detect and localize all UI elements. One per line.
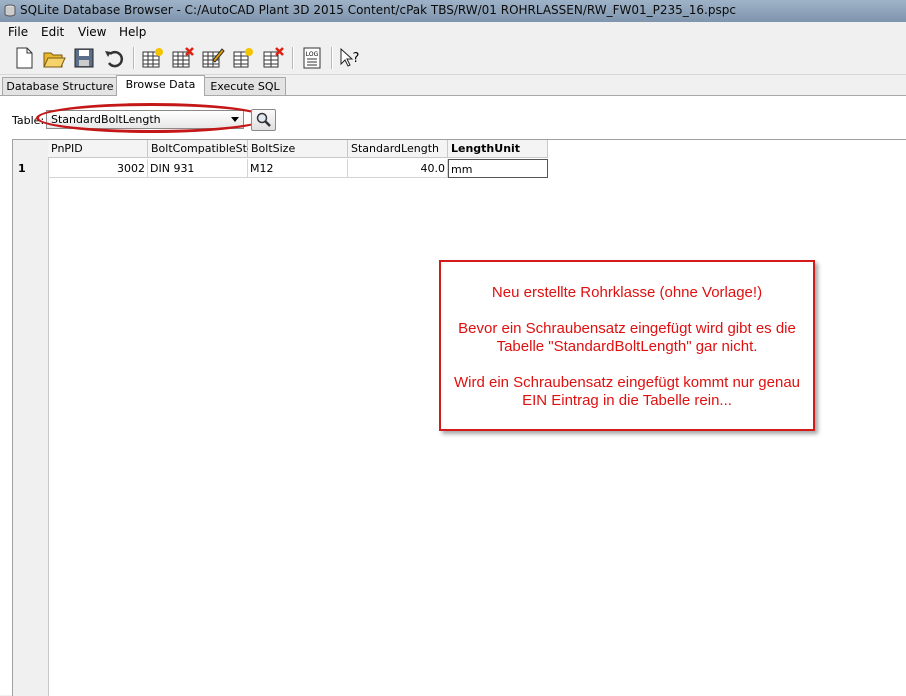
create-index-icon[interactable] xyxy=(231,46,255,70)
annotation-line-4: Wird ein Schraubensatz eingefügt kommt n… xyxy=(453,374,801,391)
open-database-icon[interactable] xyxy=(42,46,66,70)
menu-edit[interactable]: Edit xyxy=(41,25,64,39)
new-database-icon[interactable] xyxy=(12,46,36,70)
annotation-line-5: EIN Eintrag in die Tabelle rein... xyxy=(522,392,732,409)
annotation-line-3: Tabelle "StandardBoltLength" gar nicht. xyxy=(496,338,758,355)
menu-bar: File Edit View Help xyxy=(0,22,906,42)
table-cell-boltcompatiblestd[interactable]: DIN 931 xyxy=(148,159,248,178)
save-icon[interactable] xyxy=(72,46,96,70)
annotation-line-1: Neu erstellte Rohrklasse (ohne Vorlage!) xyxy=(491,284,763,301)
menu-view[interactable]: View xyxy=(78,25,106,39)
create-table-icon[interactable] xyxy=(141,46,165,70)
menu-help[interactable]: Help xyxy=(119,25,146,39)
delete-index-icon[interactable] xyxy=(261,46,285,70)
menu-file[interactable]: File xyxy=(8,25,28,39)
annotation-callout: Neu erstellte Rohrklasse (ohne Vorlage!)… xyxy=(439,260,815,431)
log-icon-label: LOG xyxy=(306,51,319,58)
column-header-pnpid[interactable]: PnPID xyxy=(48,140,148,158)
tab-execute-sql[interactable]: Execute SQL xyxy=(204,77,286,95)
table-cell-pnpid[interactable]: 3002 xyxy=(48,159,148,178)
column-header-standardlength[interactable]: StandardLength xyxy=(348,140,448,158)
annotation-line-2: Bevor ein Schraubensatz eingefügt wird g… xyxy=(458,320,796,337)
search-button[interactable] xyxy=(251,109,276,131)
svg-text:?: ? xyxy=(353,51,360,66)
undo-icon[interactable] xyxy=(102,46,126,70)
row-number[interactable]: 1 xyxy=(13,159,48,178)
table-cell-standardlength[interactable]: 40.0 xyxy=(348,159,448,178)
database-app-icon xyxy=(4,4,16,17)
modify-table-icon[interactable] xyxy=(201,46,225,70)
row-header-column xyxy=(13,140,49,696)
delete-table-icon[interactable] xyxy=(171,46,195,70)
magnifier-icon xyxy=(256,112,271,127)
toolbar: LOG ? xyxy=(0,42,906,75)
title-bar: SQLite Database Browser - C:/AutoCAD Pla… xyxy=(0,0,906,22)
tab-browse-data[interactable]: Browse Data xyxy=(116,75,205,96)
column-header-boltcompatiblestd[interactable]: BoltCompatibleStd xyxy=(148,140,254,158)
window-title: SQLite Database Browser - C:/AutoCAD Pla… xyxy=(20,3,736,17)
highlight-ellipse xyxy=(36,103,267,133)
log-icon[interactable]: LOG xyxy=(300,46,324,70)
table-cell-boltsize[interactable]: M12 xyxy=(248,159,348,178)
whats-this-icon[interactable]: ? xyxy=(338,46,362,70)
column-header-lengthunit[interactable]: LengthUnit xyxy=(448,140,548,158)
tab-database-structure[interactable]: Database Structure xyxy=(2,77,118,95)
table-cell-lengthunit[interactable]: mm xyxy=(448,159,548,178)
column-header-boltsize[interactable]: BoltSize xyxy=(248,140,348,158)
tab-bar: Database Structure Browse Data Execute S… xyxy=(0,75,906,96)
